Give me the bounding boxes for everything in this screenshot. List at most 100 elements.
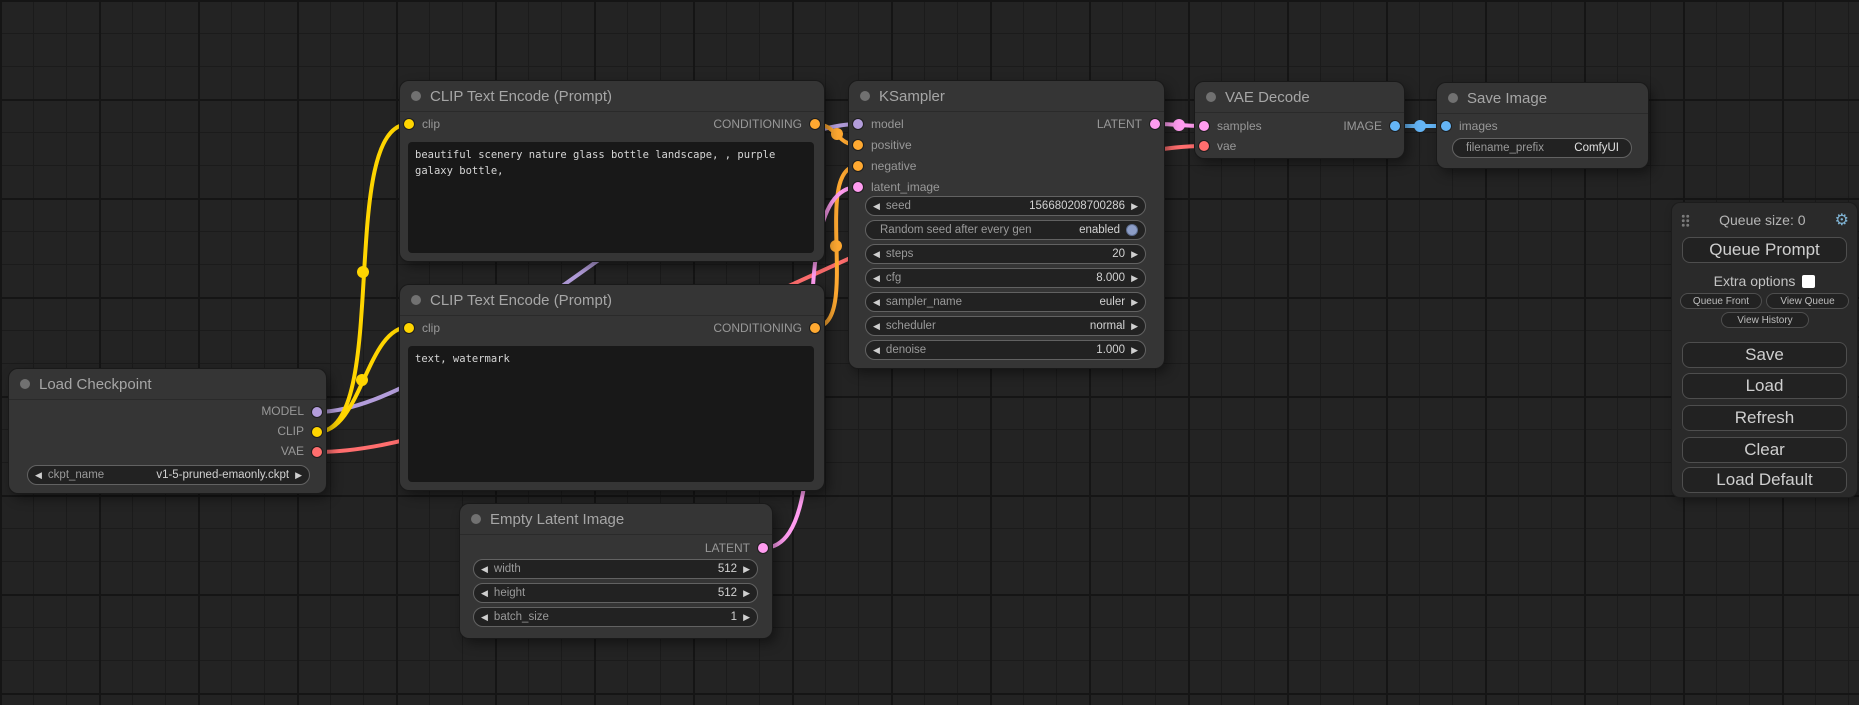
ckpt-name-widget[interactable]: ◀ ckpt_name v1-5-pruned-emaonly.ckpt ▶ (27, 465, 310, 485)
node-load-checkpoint[interactable]: Load Checkpoint MODEL CLIP VAE ◀ ckpt_na… (9, 369, 326, 493)
collapse-dot-icon[interactable] (860, 91, 870, 101)
height-widget[interactable]: ◀ height 512 ▶ (473, 583, 758, 603)
clear-button[interactable]: Clear (1682, 437, 1847, 463)
increment-arrow-icon[interactable]: ▶ (1131, 274, 1138, 283)
prompt-textarea[interactable]: beautiful scenery nature glass bottle la… (408, 142, 814, 253)
decrement-arrow-icon[interactable]: ◀ (873, 250, 880, 259)
node-graph-canvas[interactable]: CLIP Text Encode (Prompt) clip CONDITION… (0, 0, 1859, 705)
latent-output-dot[interactable] (1150, 119, 1160, 129)
collapse-dot-icon[interactable] (1448, 93, 1458, 103)
collapse-dot-icon[interactable] (411, 295, 421, 305)
random-seed-widget[interactable]: Random seed after every gen enabled (865, 220, 1146, 240)
clip-input-label: clip (422, 321, 440, 335)
widget-label: seed (886, 200, 911, 212)
steps-widget[interactable]: ◀ steps 20 ▶ (865, 244, 1146, 264)
increment-arrow-icon[interactable]: ▶ (1131, 346, 1138, 355)
queue-front-button[interactable]: Queue Front (1680, 293, 1762, 309)
widget-value: 512 (718, 587, 737, 599)
cfg-widget[interactable]: ◀ cfg 8.000 ▶ (865, 268, 1146, 288)
widget-label: denoise (886, 344, 926, 356)
node-title-bar[interactable]: KSampler (849, 81, 1164, 112)
prompt-textarea[interactable]: text, watermark (408, 346, 814, 482)
width-widget[interactable]: ◀ width 512 ▶ (473, 559, 758, 579)
queue-prompt-button[interactable]: Queue Prompt (1682, 237, 1847, 263)
conditioning-output-label: CONDITIONING (713, 117, 802, 131)
clip-output-dot[interactable] (312, 427, 322, 437)
widget-value: normal (1090, 320, 1125, 332)
load-default-button[interactable]: Load Default (1682, 467, 1847, 493)
samples-input-dot[interactable] (1199, 121, 1209, 131)
denoise-widget[interactable]: ◀ denoise 1.000 ▶ (865, 340, 1146, 360)
node-clip-text-encode-negative[interactable]: CLIP Text Encode (Prompt) clip CONDITION… (400, 285, 824, 490)
widget-value: 8.000 (1096, 272, 1125, 284)
clip-input-dot[interactable] (404, 119, 414, 129)
widget-label: steps (886, 248, 914, 260)
decrement-arrow-icon[interactable]: ◀ (481, 589, 488, 598)
node-title-bar[interactable]: Load Checkpoint (9, 369, 326, 400)
collapse-dot-icon[interactable] (471, 514, 481, 524)
collapse-dot-icon[interactable] (411, 91, 421, 101)
seed-widget[interactable]: ◀ seed 156680208700286 ▶ (865, 196, 1146, 216)
increment-arrow-icon[interactable]: ▶ (743, 589, 750, 598)
queue-panel: Queue size: 0 ⚙ Queue Prompt Extra optio… (1672, 203, 1857, 497)
decrement-arrow-icon[interactable]: ◀ (35, 471, 42, 480)
increment-arrow-icon[interactable]: ▶ (1131, 298, 1138, 307)
images-input-dot[interactable] (1441, 121, 1451, 131)
latent-image-input-dot[interactable] (853, 182, 863, 192)
node-save-image[interactable]: Save Image images filename_prefix ComfyU… (1437, 83, 1648, 168)
decrement-arrow-icon[interactable]: ◀ (873, 322, 880, 331)
clip-output-label: CLIP (277, 424, 304, 438)
node-clip-text-encode-positive[interactable]: CLIP Text Encode (Prompt) clip CONDITION… (400, 81, 824, 261)
collapse-dot-icon[interactable] (20, 379, 30, 389)
sampler-name-widget[interactable]: ◀ sampler_name euler ▶ (865, 292, 1146, 312)
settings-gear-icon[interactable]: ⚙ (1835, 210, 1849, 230)
node-empty-latent-image[interactable]: Empty Latent Image LATENT ◀ width 512 ▶ … (460, 504, 772, 638)
decrement-arrow-icon[interactable]: ◀ (481, 613, 488, 622)
negative-input-dot[interactable] (853, 161, 863, 171)
increment-arrow-icon[interactable]: ▶ (1131, 322, 1138, 331)
extra-options-checkbox[interactable] (1802, 275, 1815, 288)
model-input-dot[interactable] (853, 119, 863, 129)
node-title-bar[interactable]: Save Image (1437, 83, 1648, 114)
widget-value: 156680208700286 (1029, 200, 1125, 212)
link-midpoint-dot (831, 128, 843, 140)
increment-arrow-icon[interactable]: ▶ (743, 565, 750, 574)
decrement-arrow-icon[interactable]: ◀ (873, 346, 880, 355)
save-button[interactable]: Save (1682, 342, 1847, 368)
node-vae-decode[interactable]: VAE Decode samples vae IMAGE (1195, 82, 1404, 158)
conditioning-output-dot[interactable] (810, 323, 820, 333)
positive-input-dot[interactable] (853, 140, 863, 150)
vae-output-dot[interactable] (312, 447, 322, 457)
load-button[interactable]: Load (1682, 373, 1847, 399)
node-ksampler[interactable]: KSampler model positive negative latent_… (849, 81, 1164, 368)
node-title-label: Load Checkpoint (39, 376, 152, 393)
view-history-button[interactable]: View History (1721, 312, 1809, 328)
latent-output-dot[interactable] (758, 543, 768, 553)
clip-input-dot[interactable] (404, 323, 414, 333)
decrement-arrow-icon[interactable]: ◀ (873, 298, 880, 307)
filename-prefix-widget[interactable]: filename_prefix ComfyUI (1452, 138, 1632, 158)
drag-handle-icon[interactable] (1681, 214, 1690, 227)
image-output-dot[interactable] (1390, 121, 1400, 131)
decrement-arrow-icon[interactable]: ◀ (873, 202, 880, 211)
increment-arrow-icon[interactable]: ▶ (295, 471, 302, 480)
refresh-button[interactable]: Refresh (1682, 405, 1847, 431)
model-input-label: model (871, 117, 904, 131)
model-output-dot[interactable] (312, 407, 322, 417)
node-title-bar[interactable]: CLIP Text Encode (Prompt) (400, 81, 824, 112)
decrement-arrow-icon[interactable]: ◀ (481, 565, 488, 574)
node-title-bar[interactable]: Empty Latent Image (460, 504, 772, 535)
toggle-dot[interactable] (1126, 224, 1138, 236)
view-queue-button[interactable]: View Queue (1766, 293, 1849, 309)
decrement-arrow-icon[interactable]: ◀ (873, 274, 880, 283)
batch-size-widget[interactable]: ◀ batch_size 1 ▶ (473, 607, 758, 627)
node-title-bar[interactable]: VAE Decode (1195, 82, 1404, 113)
collapse-dot-icon[interactable] (1206, 92, 1216, 102)
scheduler-widget[interactable]: ◀ scheduler normal ▶ (865, 316, 1146, 336)
increment-arrow-icon[interactable]: ▶ (1131, 202, 1138, 211)
node-title-bar[interactable]: CLIP Text Encode (Prompt) (400, 285, 824, 316)
vae-input-dot[interactable] (1199, 141, 1209, 151)
increment-arrow-icon[interactable]: ▶ (743, 613, 750, 622)
conditioning-output-dot[interactable] (810, 119, 820, 129)
increment-arrow-icon[interactable]: ▶ (1131, 250, 1138, 259)
